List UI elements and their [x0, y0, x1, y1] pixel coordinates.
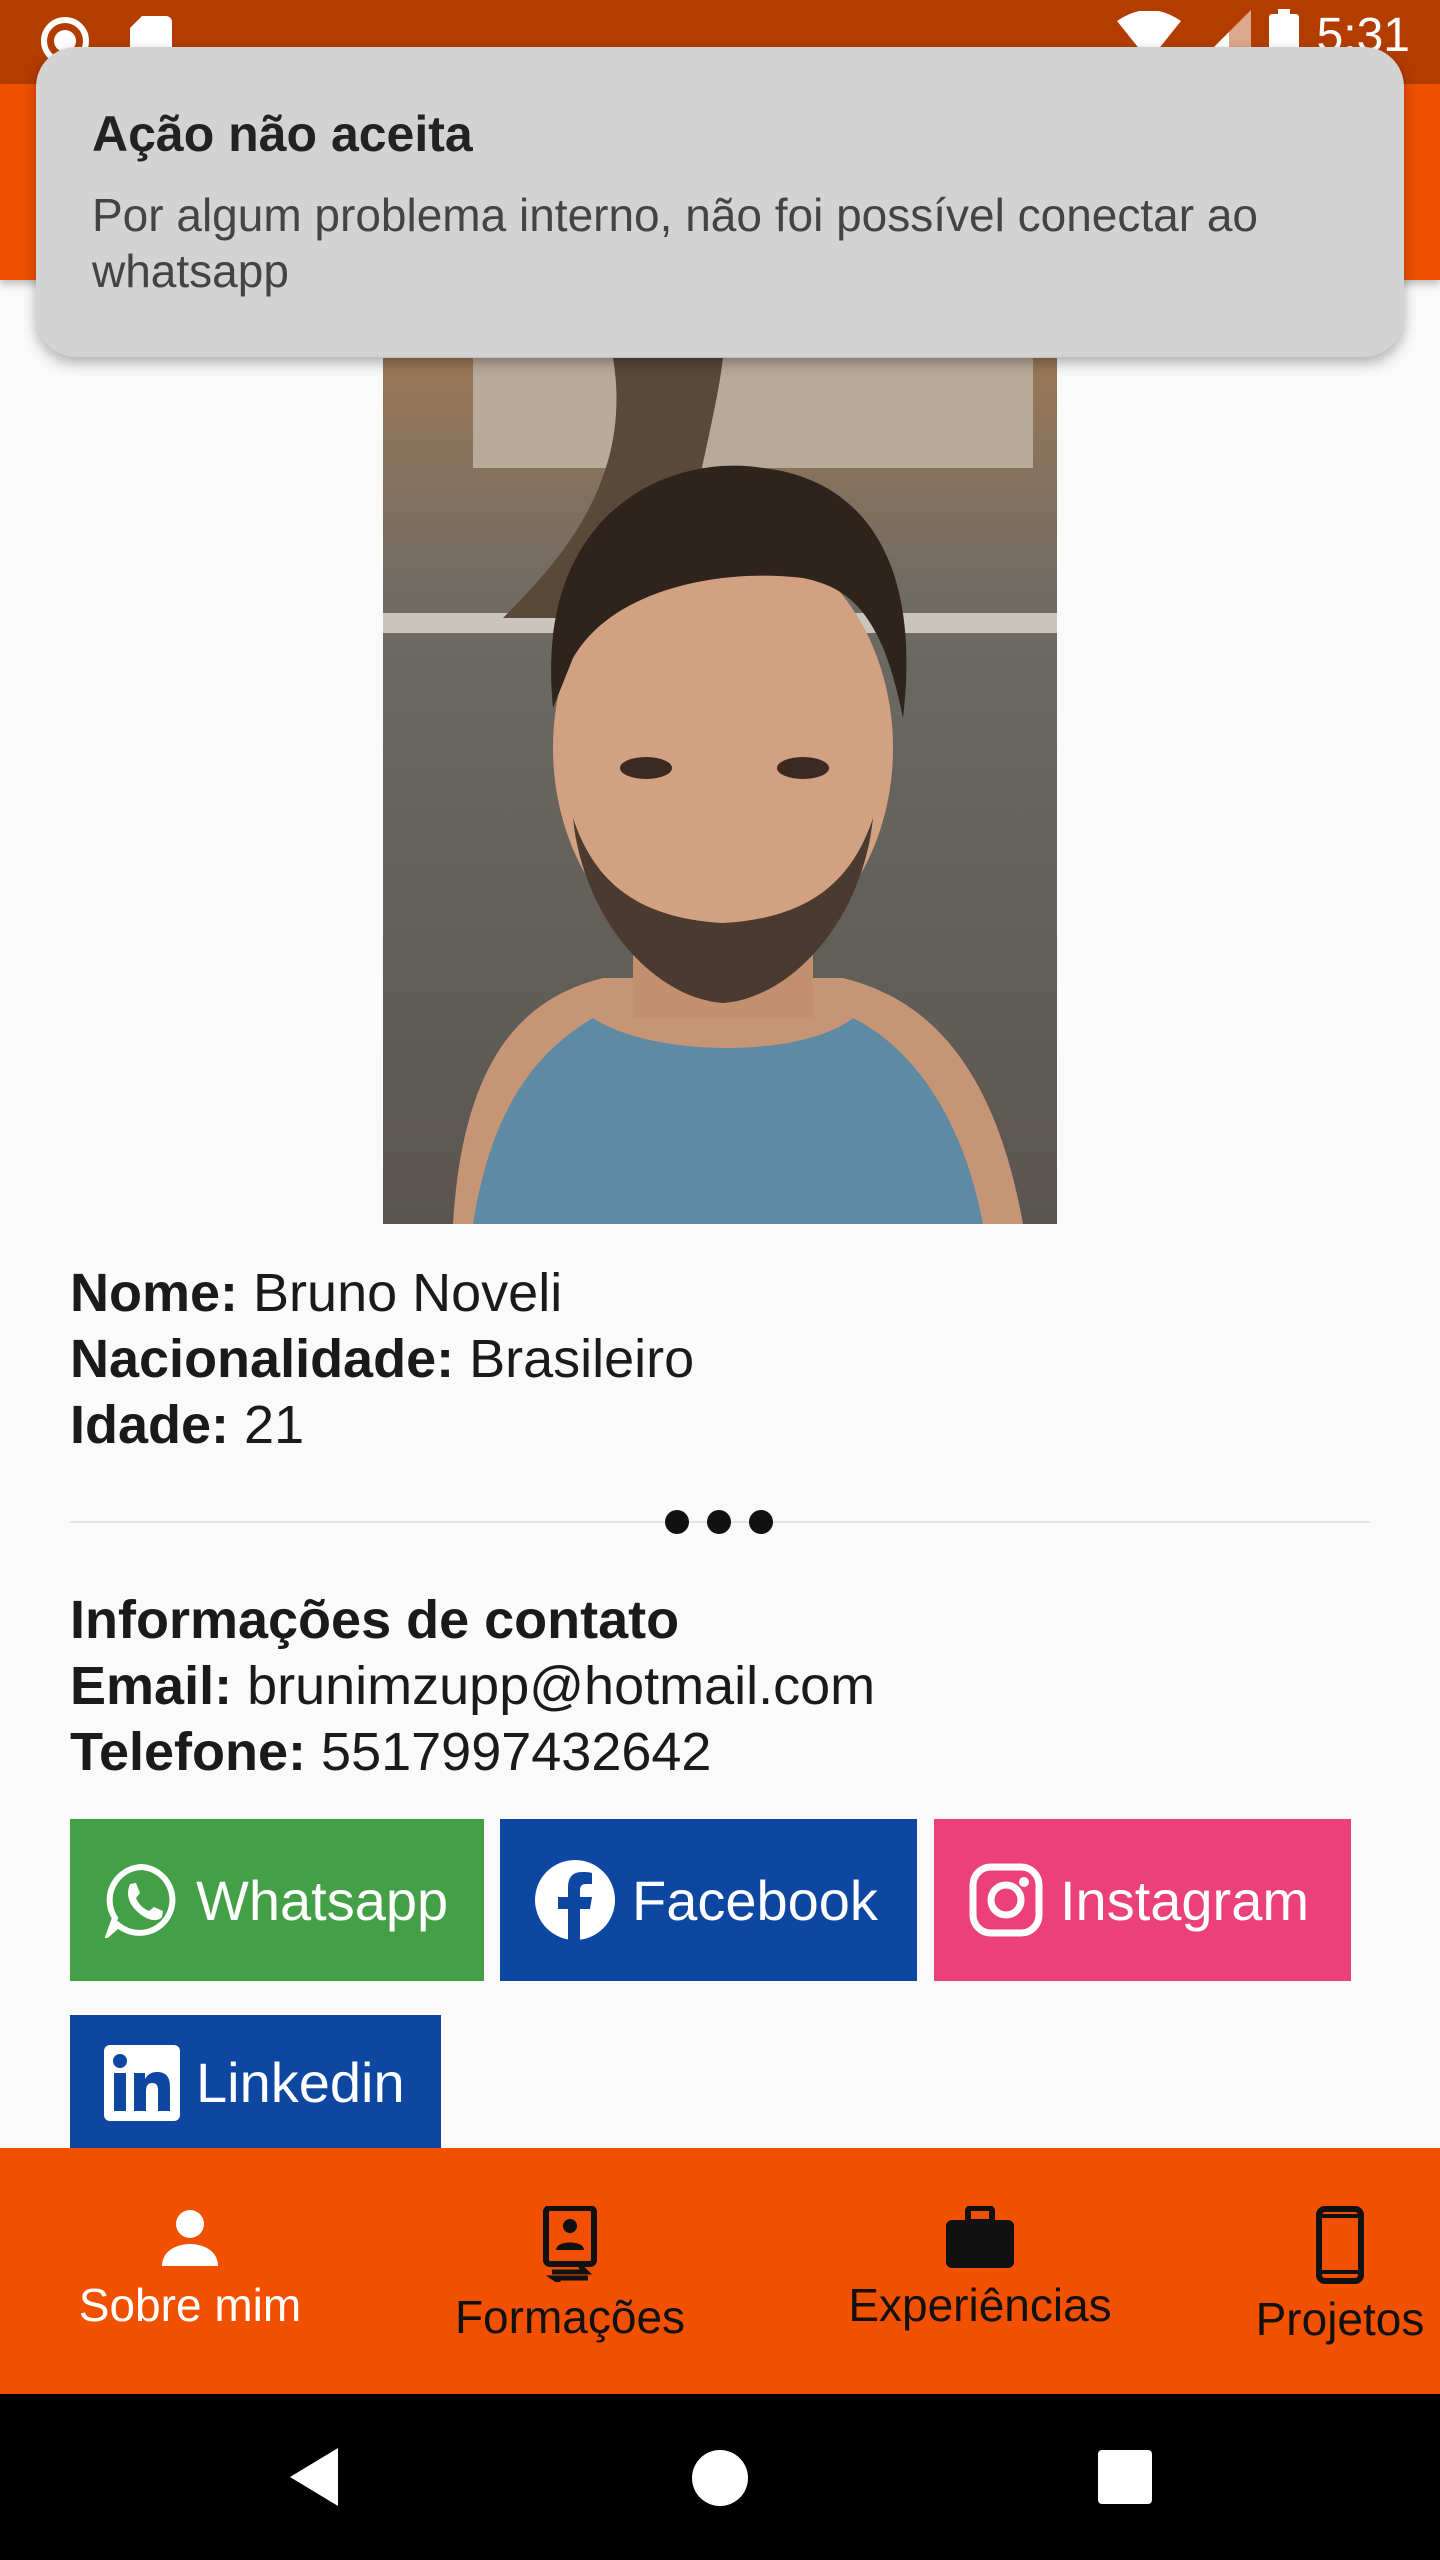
error-toast[interactable]: Ação não aceita Por algum problema inter…: [36, 47, 1404, 357]
instagram-icon: [969, 1863, 1043, 1937]
email-row: Email: brunimzupp@hotmail.com: [70, 1653, 875, 1719]
nav-sobre-mim[interactable]: Sobre mim: [30, 2148, 350, 2394]
bottom-navigation: Sobre mim Formações Experiências Projeto…: [0, 2148, 1440, 2394]
phone-label: Telefone:: [70, 1722, 307, 1782]
toast-message: Por algum problema interno, não foi poss…: [92, 189, 1258, 297]
name-label: Nome:: [70, 1263, 239, 1323]
whatsapp-icon: [104, 1863, 176, 1938]
whatsapp-button[interactable]: Whatsapp: [70, 1819, 484, 1981]
age-label: Idade:: [70, 1395, 230, 1455]
linkedin-label: Linkedin: [196, 2051, 405, 2114]
dot: [665, 1510, 689, 1534]
instagram-button[interactable]: Instagram: [934, 1819, 1351, 1981]
nationality-row: Nacionalidade: Brasileiro: [70, 1326, 694, 1392]
toast-title: Ação não aceita: [92, 106, 473, 162]
profile-photo: [383, 358, 1057, 1224]
contact-heading: Informações de contato: [70, 1587, 679, 1653]
recents-icon[interactable]: [1098, 2450, 1152, 2504]
nationality-value: Brasileiro: [469, 1329, 695, 1389]
divider-dots: [665, 1510, 773, 1534]
nationality-label: Nacionalidade:: [70, 1329, 455, 1389]
age-row: Idade: 21: [70, 1392, 304, 1458]
facebook-icon: [535, 1860, 615, 1941]
age-value: 21: [244, 1395, 305, 1455]
home-icon[interactable]: [692, 2450, 748, 2506]
nav-label: Experiências: [848, 2279, 1112, 2331]
linkedin-icon: [104, 2045, 180, 2121]
nav-label: Sobre mim: [78, 2279, 302, 2331]
phone-value: 5517997432642: [321, 1722, 712, 1782]
dot: [707, 1510, 731, 1534]
linkedin-button[interactable]: Linkedin: [70, 2015, 441, 2148]
nav-experiencias[interactable]: Experiências: [820, 2148, 1140, 2394]
phone-row: Telefone: 5517997432642: [70, 1719, 711, 1785]
whatsapp-label: Whatsapp: [196, 1868, 449, 1932]
email-value: brunimzupp@hotmail.com: [247, 1656, 876, 1716]
badge-icon: [543, 2206, 597, 2282]
nav-label: Projetos: [1255, 2293, 1425, 2345]
facebook-label: Facebook: [632, 1868, 878, 1932]
system-navigation-bar: [0, 2394, 1440, 2560]
nav-formacoes[interactable]: Formações: [420, 2148, 720, 2394]
name-value: Bruno Noveli: [253, 1263, 563, 1323]
phone-icon: [1316, 2206, 1364, 2284]
nav-projetos[interactable]: Projetos: [1240, 2148, 1440, 2394]
instagram-label: Instagram: [1060, 1868, 1309, 1932]
briefcase-icon: [946, 2206, 1014, 2268]
facebook-button[interactable]: Facebook: [500, 1819, 917, 1981]
back-icon[interactable]: [288, 2446, 342, 2508]
contact-heading-text: Informações de contato: [70, 1590, 680, 1650]
dot: [749, 1510, 773, 1534]
nav-label: Formações: [454, 2291, 686, 2343]
name-row: Nome: Bruno Noveli: [70, 1260, 562, 1326]
email-label: Email:: [70, 1656, 233, 1716]
person-icon: [162, 2210, 218, 2266]
